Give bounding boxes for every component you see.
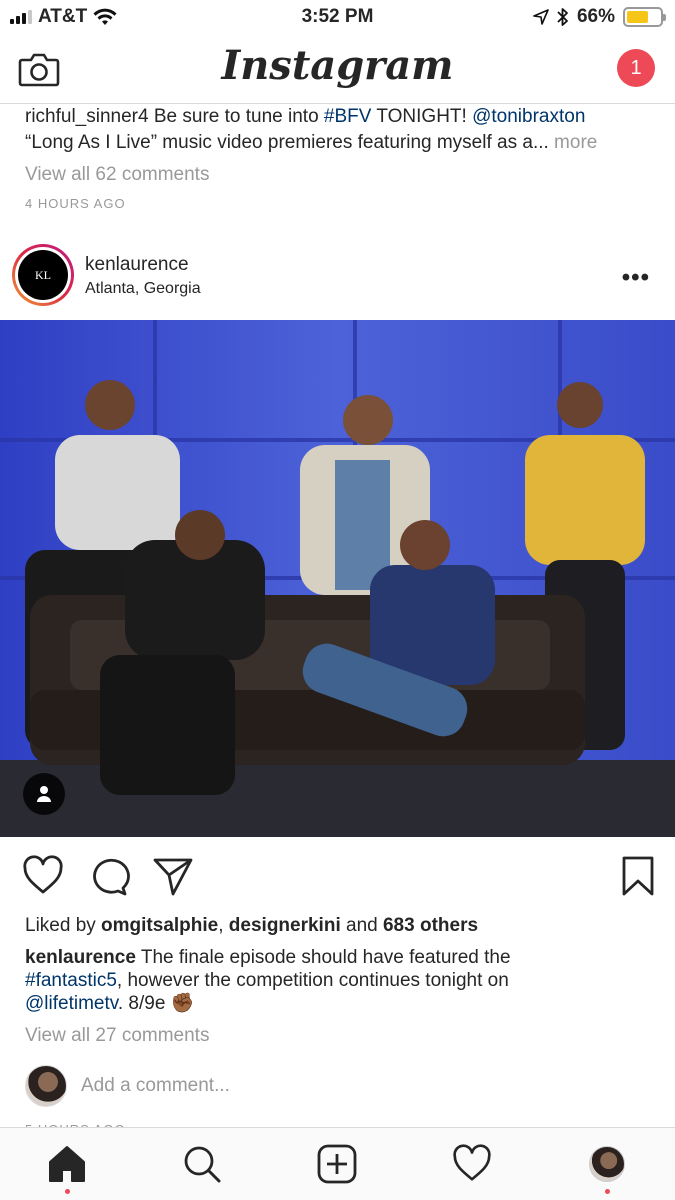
previous-post-caption-line-1: richful_sinner4 Be sure to tune into #BF… — [25, 104, 655, 130]
hashtag-link[interactable]: #fantastic5 — [25, 970, 117, 991]
caption-text: Be sure to tune into — [148, 106, 324, 127]
profile-avatar — [589, 1146, 625, 1182]
more-options-icon[interactable]: ••• — [622, 264, 650, 292]
search-icon — [184, 1146, 221, 1183]
home-icon — [49, 1146, 85, 1182]
post-timestamp: 4 HOURS AGO — [25, 196, 126, 211]
battery-percent: 66% — [576, 6, 615, 27]
tab-home[interactable] — [47, 1144, 87, 1194]
post-header: KL kenlaurence Atlanta, Georgia ••• — [0, 244, 675, 320]
caption-text: TONIGHT! — [371, 106, 473, 127]
home-active-dot — [65, 1189, 70, 1194]
top-nav: Instagram 1 — [0, 36, 675, 104]
likes-separator: , — [218, 915, 229, 936]
liker-username[interactable]: designerkini — [229, 915, 341, 936]
caption-text: , however the competition continues toni… — [116, 970, 509, 991]
add-comment-input[interactable]: Add a comment... — [81, 1075, 230, 1097]
post-photo-illustration — [0, 320, 675, 837]
heart-icon[interactable] — [22, 855, 64, 897]
share-icon[interactable] — [152, 855, 194, 897]
profile-notification-dot — [605, 1189, 610, 1194]
post-username[interactable]: kenlaurence — [85, 254, 189, 276]
post-actions — [0, 855, 675, 900]
avatar: KL — [18, 250, 68, 300]
tab-profile[interactable] — [587, 1144, 627, 1194]
likes-others[interactable]: 683 others — [383, 915, 478, 936]
my-avatar — [25, 1065, 67, 1107]
likes-prefix: Liked by — [25, 915, 102, 936]
post-location[interactable]: Atlanta, Georgia — [85, 280, 201, 298]
caption-text: The finale episode should have featured … — [135, 947, 511, 968]
previous-post-username[interactable]: richful_sinner4 — [25, 106, 149, 127]
mention-link[interactable]: @tonibraxton — [472, 106, 585, 127]
more-link[interactable]: more — [549, 132, 597, 153]
view-comments-link[interactable]: View all 27 comments — [25, 1025, 209, 1047]
instagram-logo[interactable]: Instagram — [0, 42, 675, 89]
activity-heart-icon — [453, 1144, 491, 1181]
post-photo[interactable] — [0, 320, 675, 837]
bottom-tab-bar — [0, 1127, 675, 1200]
status-right: 66% — [533, 6, 666, 28]
status-bar: AT&T 3:52 PM 66% — [0, 0, 675, 36]
add-post-icon — [317, 1144, 357, 1184]
caption-text: . 8/9e ✊🏾 — [117, 993, 195, 1014]
previous-post-caption-line-2: “Long As I Live” music video premieres f… — [25, 130, 655, 156]
tab-activity[interactable] — [452, 1144, 492, 1184]
location-arrow-icon — [533, 9, 549, 25]
previous-post-footer: richful_sinner4 Be sure to tune into #BF… — [25, 104, 655, 211]
mention-link[interactable]: @lifetimetv — [25, 993, 118, 1014]
comment-icon[interactable] — [88, 855, 130, 897]
bluetooth-icon — [557, 8, 568, 26]
notification-badge[interactable]: 1 — [617, 49, 655, 87]
likes-summary[interactable]: Liked by omgitsalphie, designerkini and … — [25, 915, 478, 937]
person-icon — [37, 786, 51, 802]
story-avatar[interactable]: KL — [12, 244, 74, 306]
view-comments-link[interactable]: View all 62 comments — [25, 164, 655, 186]
tab-search[interactable] — [182, 1144, 222, 1184]
battery-fill — [627, 11, 649, 23]
caption-text: “Long As I Live” music video premieres f… — [25, 132, 549, 153]
avatar-inner: KL — [15, 247, 71, 303]
tagged-people-icon[interactable] — [23, 773, 65, 815]
add-comment-row[interactable]: Add a comment... — [25, 1065, 230, 1107]
liker-username[interactable]: omgitsalphie — [101, 915, 218, 936]
battery-icon — [623, 7, 666, 27]
post-caption: kenlaurence The finale episode should ha… — [25, 946, 655, 1015]
likes-and: and — [340, 915, 383, 936]
bookmark-icon[interactable] — [617, 855, 659, 897]
hashtag-link[interactable]: #BFV — [324, 106, 372, 127]
caption-username[interactable]: kenlaurence — [25, 947, 136, 968]
tab-new-post[interactable] — [317, 1144, 357, 1184]
